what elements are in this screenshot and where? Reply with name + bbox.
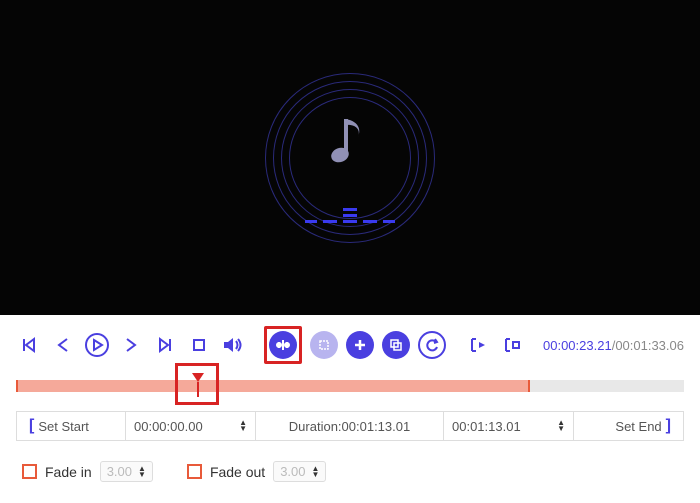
start-time-stepper[interactable]: ▲▼ [239, 420, 247, 432]
audio-disc-visual [265, 73, 435, 243]
fade-out-value: 3.00 [280, 464, 305, 479]
fade-in-stepper[interactable]: ▲▼ [138, 466, 146, 478]
set-start-label: Set Start [38, 419, 89, 434]
timeline-selection[interactable] [16, 380, 530, 392]
end-time-stepper[interactable]: ▲▼ [557, 420, 565, 432]
timecode-current: 00:00:23.21 [543, 338, 612, 353]
timecode-display: 00:00:23.21/00:01:33.06 [543, 338, 684, 353]
end-time-field[interactable]: 00:01:13.01 ▲▼ [444, 411, 574, 441]
music-note-icon [328, 113, 372, 169]
volume-button[interactable] [220, 332, 246, 358]
fade-in-value: 3.00 [107, 464, 132, 479]
duration-value: 00:01:13.01 [342, 419, 411, 434]
undo-button[interactable] [418, 331, 446, 359]
start-time-field[interactable]: 00:00:00.00 ▲▼ [126, 411, 256, 441]
set-end-button[interactable]: Set End ] [574, 411, 684, 441]
play-button[interactable] [84, 332, 110, 358]
split-button[interactable] [269, 331, 297, 359]
timecode-total: 00:01:33.06 [615, 338, 684, 353]
playhead-handle[interactable] [191, 372, 205, 398]
seek-end-button[interactable] [152, 332, 178, 358]
mark-in-button[interactable] [467, 332, 493, 358]
set-start-button[interactable]: [ Set Start [16, 411, 126, 441]
stop-button[interactable] [186, 332, 212, 358]
highlight-split [264, 326, 302, 364]
crop-button[interactable] [310, 331, 338, 359]
duration-label: Duration: [289, 419, 342, 434]
seek-start-button[interactable] [16, 332, 42, 358]
add-button[interactable] [346, 331, 374, 359]
player-toolbar: 00:00:23.21/00:01:33.06 [16, 325, 684, 365]
range-controls: [ Set Start 00:00:00.00 ▲▼ Duration:00:0… [16, 411, 684, 441]
fade-out-stepper[interactable]: ▲▼ [312, 466, 320, 478]
fade-out-checkbox[interactable] [187, 464, 202, 479]
fade-out-label: Fade out [210, 464, 265, 480]
fade-in-label: Fade in [45, 464, 92, 480]
duration-display: Duration:00:01:13.01 [256, 411, 444, 441]
step-back-button[interactable] [50, 332, 76, 358]
fade-out-field[interactable]: 3.00 ▲▼ [273, 461, 326, 482]
fade-in-field[interactable]: 3.00 ▲▼ [100, 461, 153, 482]
fade-in-checkbox[interactable] [22, 464, 37, 479]
end-time-value: 00:01:13.01 [452, 419, 521, 434]
mark-out-button[interactable] [501, 332, 527, 358]
copy-button[interactable] [382, 331, 410, 359]
set-end-label: Set End [615, 419, 661, 434]
equalizer-icon [305, 208, 395, 223]
fade-controls: Fade in 3.00 ▲▼ Fade out 3.00 ▲▼ [16, 457, 684, 486]
start-time-value: 00:00:00.00 [134, 419, 203, 434]
step-forward-button[interactable] [118, 332, 144, 358]
timeline[interactable] [16, 375, 684, 397]
preview-pane [0, 0, 700, 315]
